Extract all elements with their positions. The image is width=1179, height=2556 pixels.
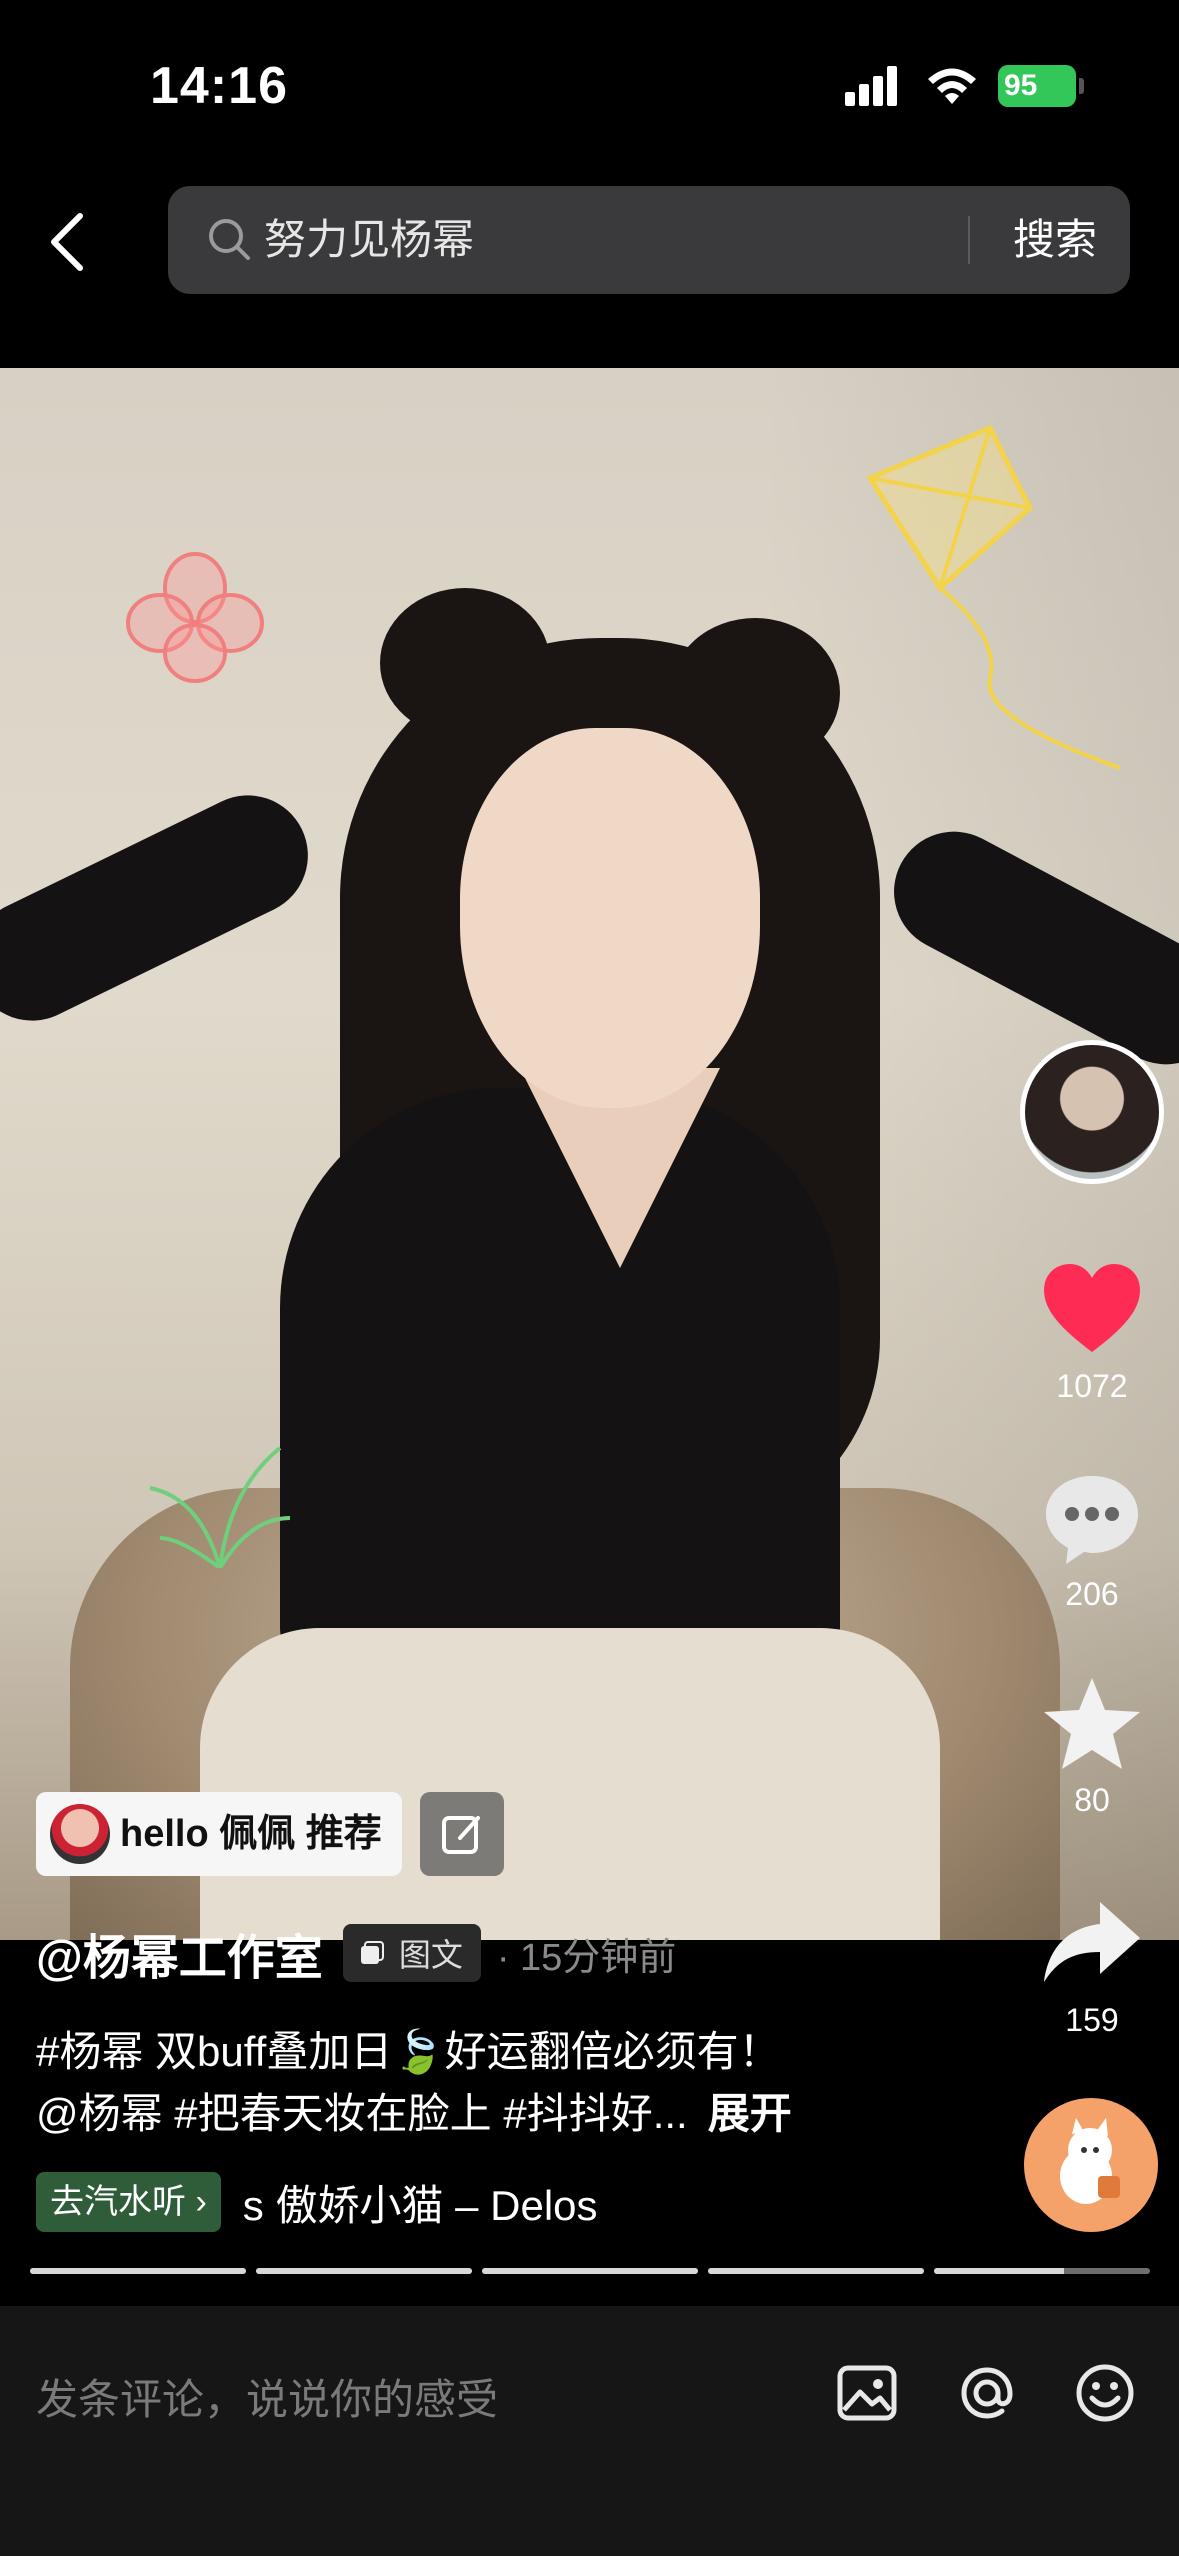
share-icon [1044, 1902, 1140, 1982]
signal-icon [845, 66, 905, 106]
mention-icon[interactable] [952, 2358, 1022, 2428]
recommender-avatar [50, 1804, 110, 1864]
author-line: @杨幂工作室 图文 · 15分钟前 [36, 1918, 676, 1988]
status-time: 14:16 [150, 57, 288, 115]
music-row: 去汽水听 › s 傲娇小猫 – Delos [36, 2170, 598, 2234]
expand-button[interactable]: 展开 [708, 2090, 792, 2137]
progress-segment [30, 2268, 246, 2274]
share-button[interactable]: 159 [1040, 1894, 1144, 2039]
share-count: 159 [1065, 2002, 1119, 2038]
edit-button[interactable] [420, 1792, 504, 1876]
music-disc-icon[interactable] [1024, 2098, 1158, 2232]
caption-line-1[interactable]: #杨幂 双buff叠加日🍃好运翻倍必须有！ [36, 2018, 781, 2079]
comment-button[interactable]: 206 [1040, 1468, 1144, 1613]
favorite-count: 80 [1074, 1782, 1110, 1818]
search-box[interactable]: 努力见杨幂 搜索 [168, 186, 1130, 294]
comment-bar: 发条评论，说说你的感受 [0, 2306, 1179, 2556]
search-input[interactable]: 努力见杨幂 [264, 186, 474, 294]
back-icon[interactable] [38, 200, 98, 284]
status-bar: 14:16 95 [0, 0, 1179, 160]
comment-icon [1046, 1476, 1138, 1564]
image-stack-icon [360, 1941, 384, 1964]
search-button[interactable]: 搜索 [990, 186, 1120, 294]
like-button[interactable]: 1072 [1040, 1260, 1144, 1405]
battery-level: 95 [1004, 69, 1038, 102]
favorite-button[interactable]: 80 [1040, 1674, 1144, 1819]
caption-line-2[interactable]: @杨幂 #把春天妆在脸上 #抖抖好... 展开 [36, 2080, 792, 2141]
author-avatar[interactable] [1020, 1040, 1164, 1184]
post-type-tag: 图文 [342, 1924, 481, 1982]
comment-count: 206 [1065, 1576, 1119, 1612]
music-title[interactable]: s 傲娇小猫 – Delos [243, 2172, 598, 2233]
search-divider [968, 216, 970, 264]
heart-icon [1044, 1264, 1140, 1352]
like-count: 1072 [1056, 1368, 1128, 1404]
listen-in-app-button[interactable]: 去汽水听 › [36, 2172, 221, 2232]
progress-segment [708, 2268, 924, 2274]
flower-doodle [126, 552, 264, 683]
post-type-label: 图文 [398, 1937, 463, 1973]
image-progress [30, 2268, 1150, 2276]
edit-icon [442, 1816, 480, 1854]
recommend-chip[interactable]: hello 佩佩 推荐 [36, 1792, 402, 1876]
face-shape [460, 728, 760, 1108]
author-name[interactable]: @杨幂工作室 [36, 1918, 323, 1988]
search-header: 努力见杨幂 搜索 [0, 160, 1179, 368]
kite-doodle [866, 424, 1121, 770]
plant-doodle [149, 1446, 291, 1568]
wifi-icon [928, 68, 976, 104]
recommend-text: hello 佩佩 推荐 [120, 1813, 382, 1855]
battery-icon: 95 [998, 65, 1084, 107]
image-icon[interactable] [832, 2358, 902, 2428]
comment-input[interactable]: 发条评论，说说你的感受 [36, 2366, 498, 2427]
star-icon [1044, 1678, 1140, 1769]
post-photo[interactable] [0, 368, 1179, 1940]
progress-segment [482, 2268, 698, 2274]
search-icon [209, 219, 250, 260]
progress-segment [256, 2268, 472, 2274]
post-time: · 15分钟前 [496, 1936, 677, 1979]
progress-segment [934, 2268, 1150, 2274]
emoji-icon[interactable] [1070, 2358, 1140, 2428]
caption-line-2-text: @杨幂 #把春天妆在脸上 #抖抖好... [36, 2090, 688, 2137]
